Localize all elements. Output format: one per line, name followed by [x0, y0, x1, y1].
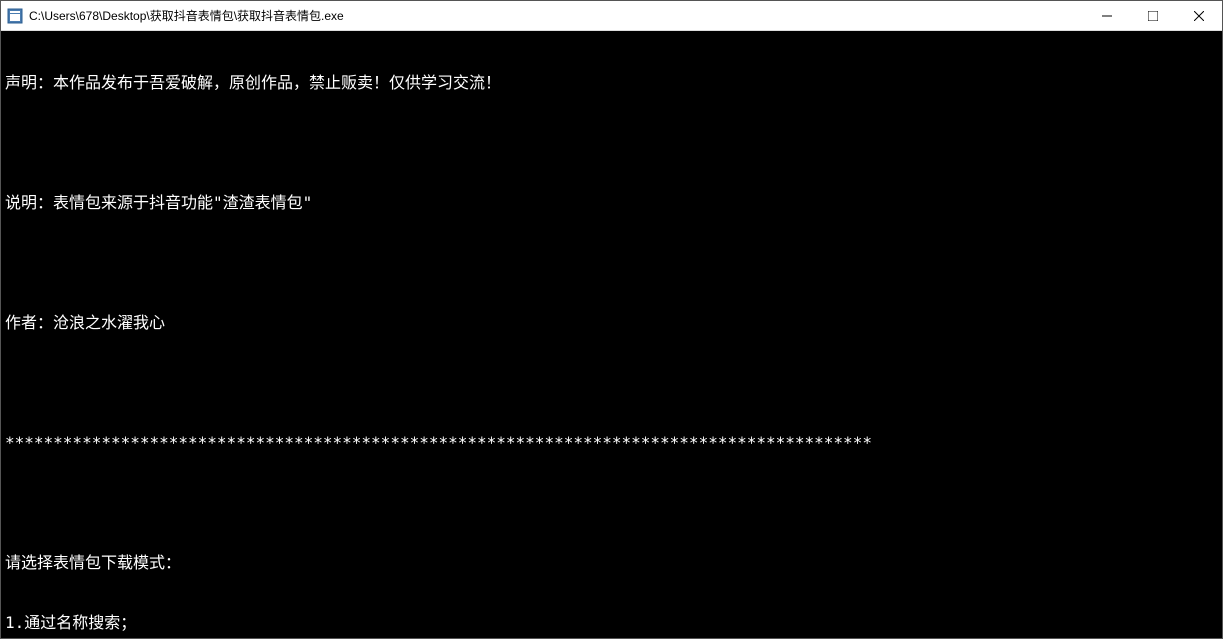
menu-option-1: 1.通过名称搜索； [5, 613, 1218, 633]
close-button[interactable] [1176, 1, 1222, 30]
blank-line [5, 133, 1218, 153]
menu-prompt-line: 请选择表情包下载模式： [5, 553, 1218, 573]
window-controls [1084, 1, 1222, 30]
separator-line: ****************************************… [5, 433, 1218, 453]
declaration-line: 声明：本作品发布于吾爱破解，原创作品，禁止贩卖！仅供学习交流！ [5, 73, 1218, 93]
titlebar[interactable]: C:\Users\678\Desktop\获取抖音表情包\获取抖音表情包.exe [1, 1, 1222, 31]
blank-line [5, 493, 1218, 513]
blank-line [5, 373, 1218, 393]
app-icon [7, 8, 23, 24]
window-title: C:\Users\678\Desktop\获取抖音表情包\获取抖音表情包.exe [29, 7, 1084, 24]
minimize-button[interactable] [1084, 1, 1130, 30]
description-line: 说明：表情包来源于抖音功能"渣渣表情包" [5, 193, 1218, 213]
blank-line [5, 253, 1218, 273]
console-output[interactable]: 声明：本作品发布于吾爱破解，原创作品，禁止贩卖！仅供学习交流！ 说明：表情包来源… [1, 31, 1222, 638]
author-line: 作者：沧浪之水濯我心 [5, 313, 1218, 333]
app-window: C:\Users\678\Desktop\获取抖音表情包\获取抖音表情包.exe… [0, 0, 1223, 639]
maximize-button[interactable] [1130, 1, 1176, 30]
